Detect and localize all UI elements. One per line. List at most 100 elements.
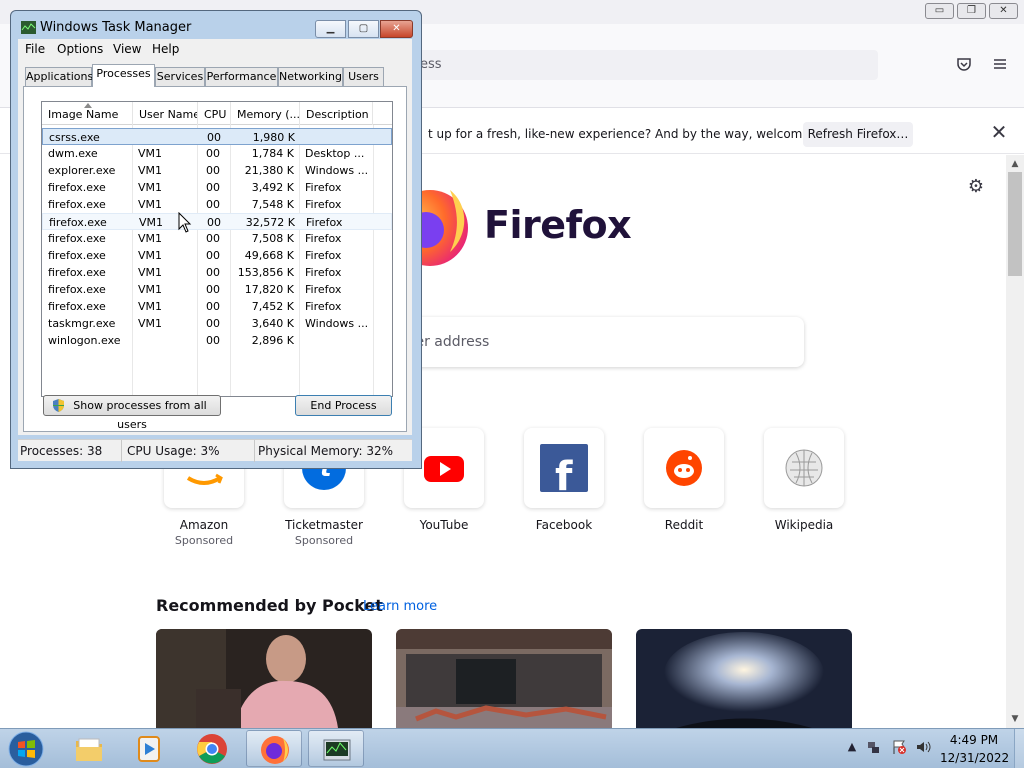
media-player-icon xyxy=(138,736,160,762)
process-memory: 3,492 K xyxy=(251,181,294,194)
process-memory: 7,508 K xyxy=(251,232,294,245)
sponsored-label: Sponsored xyxy=(174,534,234,547)
process-row[interactable]: csrss.exe 00 1,980 K xyxy=(42,128,392,145)
settings-gear-icon[interactable]: ⚙ xyxy=(965,176,987,198)
process-name: firefox.exe xyxy=(48,249,106,262)
pocket-story-card[interactable] xyxy=(156,629,372,728)
volume-icon[interactable] xyxy=(915,739,931,755)
process-row[interactable]: firefox.exe VM1 00 32,572 K Firefox xyxy=(42,213,392,230)
network-icon[interactable] xyxy=(866,739,882,755)
close-notification-icon[interactable]: ✕ xyxy=(988,122,1010,144)
top-site-wikipedia[interactable]: Wikipedia xyxy=(764,428,844,532)
process-name: firefox.exe xyxy=(48,232,106,245)
firefox-minimize-button[interactable]: ▭ xyxy=(925,3,954,19)
facebook-icon: f xyxy=(540,444,588,492)
process-description xyxy=(305,332,377,349)
process-row[interactable]: dwm.exe VM1 00 1,784 K Desktop ... xyxy=(42,145,392,162)
process-row[interactable]: firefox.exe VM1 00 49,668 K Firefox xyxy=(42,247,392,264)
process-description: Desktop ... xyxy=(305,147,365,160)
menu-view[interactable]: View xyxy=(113,42,141,56)
process-cpu: 00 xyxy=(207,131,221,144)
column-cpu[interactable]: CPU xyxy=(198,102,231,125)
process-row[interactable]: firefox.exe VM1 00 153,856 K Firefox xyxy=(42,264,392,281)
top-site-reddit[interactable]: Reddit xyxy=(644,428,724,532)
tab-services[interactable]: Services xyxy=(155,67,205,86)
hamburger-menu-icon[interactable] xyxy=(991,56,1009,74)
menu-file[interactable]: File xyxy=(25,42,45,56)
minimize-button[interactable]: ▁ xyxy=(315,20,346,38)
taskbar-media-player[interactable] xyxy=(121,730,177,767)
process-memory: 7,548 K xyxy=(251,198,294,211)
mouse-cursor-icon xyxy=(178,212,192,233)
process-memory: 1,980 K xyxy=(252,131,295,144)
tab-performance[interactable]: Performance xyxy=(205,67,278,86)
pocket-story-card[interactable] xyxy=(636,629,852,728)
show-hidden-icons-arrow[interactable]: ▲ xyxy=(844,739,860,755)
process-cpu: 00 xyxy=(206,181,220,194)
search-box[interactable]: ter address xyxy=(400,317,804,367)
svg-text:f: f xyxy=(555,454,573,492)
taskbar-chrome[interactable] xyxy=(184,730,240,767)
process-row[interactable]: winlogon.exe 00 2,896 K xyxy=(42,332,392,349)
taskbar-firefox[interactable] xyxy=(246,730,302,767)
close-button[interactable]: ✕ xyxy=(380,20,413,38)
firefox-address-bar[interactable]: ess xyxy=(390,50,878,80)
column-description[interactable]: Description xyxy=(300,102,373,125)
process-name: firefox.exe xyxy=(48,181,106,194)
pocket-story-card[interactable] xyxy=(396,629,612,728)
process-user: VM1 xyxy=(138,300,163,313)
start-button[interactable] xyxy=(6,730,46,768)
scrollbar-thumb[interactable] xyxy=(1008,172,1022,276)
show-all-processes-button[interactable]: Show processes from all users xyxy=(43,395,221,431)
tab-users[interactable]: Users xyxy=(343,67,384,86)
firefox-restore-button[interactable]: ❐ xyxy=(957,3,986,19)
taskbar-task-manager[interactable] xyxy=(308,730,364,767)
tab-processes[interactable]: Processes xyxy=(92,64,155,87)
end-process-button[interactable]: End Process xyxy=(295,395,392,416)
status-process-count: Processes: 38 xyxy=(18,440,122,462)
column-user-name[interactable]: User Name xyxy=(133,102,198,125)
process-row[interactable]: explorer.exe VM1 00 21,380 K Windows ... xyxy=(42,162,392,179)
clock-time[interactable]: 4:49 PM xyxy=(940,733,1008,747)
process-list[interactable]: Image Name User Name CPU Memory (... Des… xyxy=(41,101,393,397)
process-memory: 3,640 K xyxy=(251,317,294,330)
top-site-tile[interactable] xyxy=(644,428,724,508)
menu-options[interactable]: Options xyxy=(57,42,103,56)
pocket-story-image xyxy=(156,629,372,728)
process-memory: 49,668 K xyxy=(244,249,294,262)
top-site-facebook[interactable]: f Facebook xyxy=(524,428,604,532)
top-site-tile[interactable]: f xyxy=(524,428,604,508)
column-memory[interactable]: Memory (... xyxy=(231,102,300,125)
process-cpu: 00 xyxy=(206,249,220,262)
process-row[interactable]: firefox.exe VM1 00 7,548 K Firefox xyxy=(42,196,392,213)
process-user: VM1 xyxy=(138,198,163,211)
pocket-learn-more-link[interactable]: Learn more xyxy=(363,599,437,614)
action-center-flag-icon[interactable] xyxy=(891,739,907,755)
tab-networking[interactable]: Networking xyxy=(278,67,343,86)
pocket-story-image xyxy=(396,629,612,728)
process-row[interactable]: taskmgr.exe VM1 00 3,640 K Windows ... xyxy=(42,315,392,332)
clock-date[interactable]: 12/31/2022 xyxy=(940,751,1009,765)
menu-help[interactable]: Help xyxy=(152,42,179,56)
notification-text: t up for a fresh, like-new experience? A… xyxy=(428,127,847,141)
process-row[interactable]: firefox.exe VM1 00 7,508 K Firefox xyxy=(42,230,392,247)
firefox-wordmark: Firefox xyxy=(484,203,632,247)
process-row[interactable]: firefox.exe VM1 00 3,492 K Firefox xyxy=(42,179,392,196)
tab-applications[interactable]: Applications xyxy=(25,67,93,86)
process-row[interactable]: firefox.exe VM1 00 7,452 K Firefox xyxy=(42,298,392,315)
scroll-down-arrow-icon[interactable]: ▼ xyxy=(1008,712,1022,726)
task-manager-titlebar[interactable]: Windows Task Manager ▁ ▢ ✕ xyxy=(11,11,421,41)
firefox-close-button[interactable]: ✕ xyxy=(989,3,1018,19)
process-memory: 17,820 K xyxy=(244,283,294,296)
process-description: Firefox xyxy=(305,266,342,279)
show-desktop-button[interactable] xyxy=(1014,729,1024,768)
taskbar-explorer[interactable] xyxy=(61,730,117,767)
process-name: winlogon.exe xyxy=(48,334,121,347)
sponsored-label: Sponsored xyxy=(294,534,354,547)
maximize-button[interactable]: ▢ xyxy=(348,20,379,38)
pocket-save-icon[interactable] xyxy=(955,56,973,74)
top-site-tile[interactable] xyxy=(764,428,844,508)
process-row[interactable]: firefox.exe VM1 00 17,820 K Firefox xyxy=(42,281,392,298)
refresh-firefox-button[interactable]: Refresh Firefox… xyxy=(803,122,913,147)
scroll-up-arrow-icon[interactable]: ▲ xyxy=(1008,157,1022,171)
